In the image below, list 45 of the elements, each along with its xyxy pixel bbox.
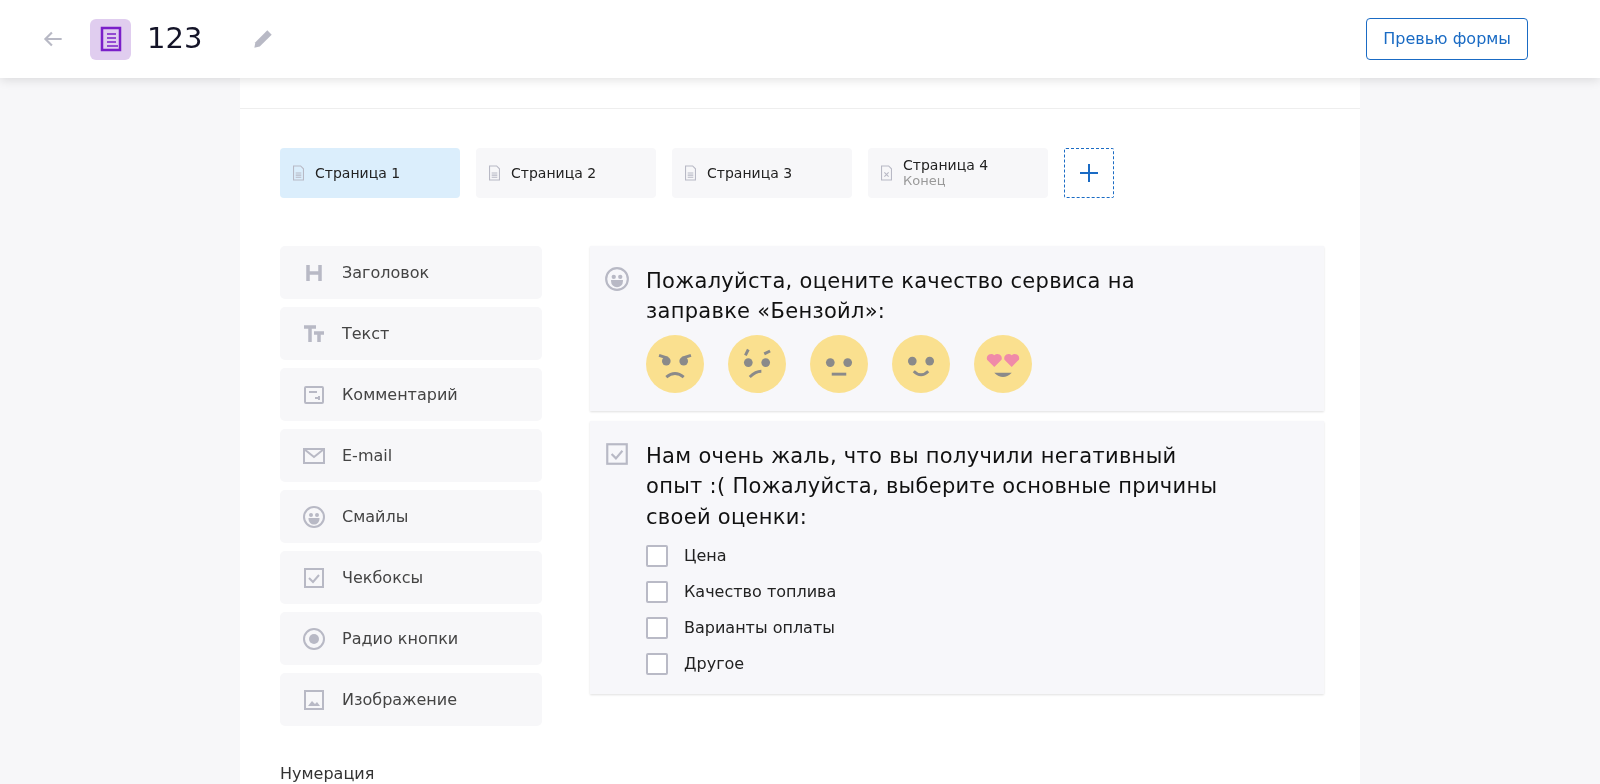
page-tab[interactable]: Страница 2 [476, 148, 656, 198]
option-label: Варианты оплаты [684, 617, 835, 640]
option-label: Цена [684, 545, 727, 568]
heart-eyes-face-icon[interactable] [974, 334, 1032, 393]
element-palette-item[interactable]: Чекбоксы [280, 551, 542, 604]
checkbox[interactable] [646, 545, 668, 568]
option-label: Качество топлива [684, 581, 837, 604]
checkbox[interactable] [646, 617, 668, 640]
element-palette-item[interactable]: Текст [280, 307, 542, 360]
smiling-face-icon[interactable] [892, 334, 950, 393]
form-title: 123 [147, 20, 203, 58]
smiley-icon [302, 504, 326, 529]
numbering-label: Нумерация [280, 763, 376, 784]
element-palette-item[interactable]: Смайлы [280, 490, 542, 543]
element-palette-item[interactable]: E-mail [280, 429, 542, 482]
page-tab[interactable]: Страница 3 [672, 148, 852, 198]
add-page-button[interactable] [1064, 148, 1114, 198]
image-icon [302, 687, 326, 712]
document-cross-icon [878, 163, 895, 183]
page-tab[interactable]: Страница 1 [280, 148, 460, 198]
doubtful-face-icon[interactable] [728, 334, 786, 393]
option-label: Другое [684, 653, 745, 676]
document-icon [486, 163, 503, 183]
element-palette-item[interactable]: Комментарий [280, 368, 542, 421]
document-icon [682, 163, 699, 183]
element-palette-item[interactable]: Заголовок [280, 246, 542, 299]
checkbox[interactable] [646, 653, 668, 676]
angry-face-icon[interactable] [646, 334, 704, 393]
element-palette-item[interactable]: Изображение [280, 673, 542, 726]
radio-icon [302, 626, 326, 651]
page-tab[interactable]: Страница 4 Конец [868, 148, 1048, 198]
form-icon [90, 18, 131, 60]
document-icon [290, 163, 307, 183]
checkbox[interactable] [646, 581, 668, 604]
preview-form-button[interactable]: Превью формы [1366, 18, 1528, 60]
question-text: Нам очень жаль, что вы получили негативный опыт :( Пожалуйста, выберите основные причины своей оценки: [646, 442, 1219, 531]
page-label: Страница 4 [903, 157, 989, 174]
neutral-face-icon[interactable] [810, 334, 868, 393]
question-text: Пожалуйста, оцените качество сервиса на заправке «Бензойл»: [646, 268, 1136, 326]
plus-icon [1079, 163, 1099, 183]
smiley-icon [604, 266, 630, 292]
page-sublabel: Конец [903, 173, 946, 189]
checkbox-icon [604, 440, 630, 467]
checkbox-icon [302, 565, 326, 590]
element-palette-item[interactable]: Радио кнопки [280, 612, 542, 665]
